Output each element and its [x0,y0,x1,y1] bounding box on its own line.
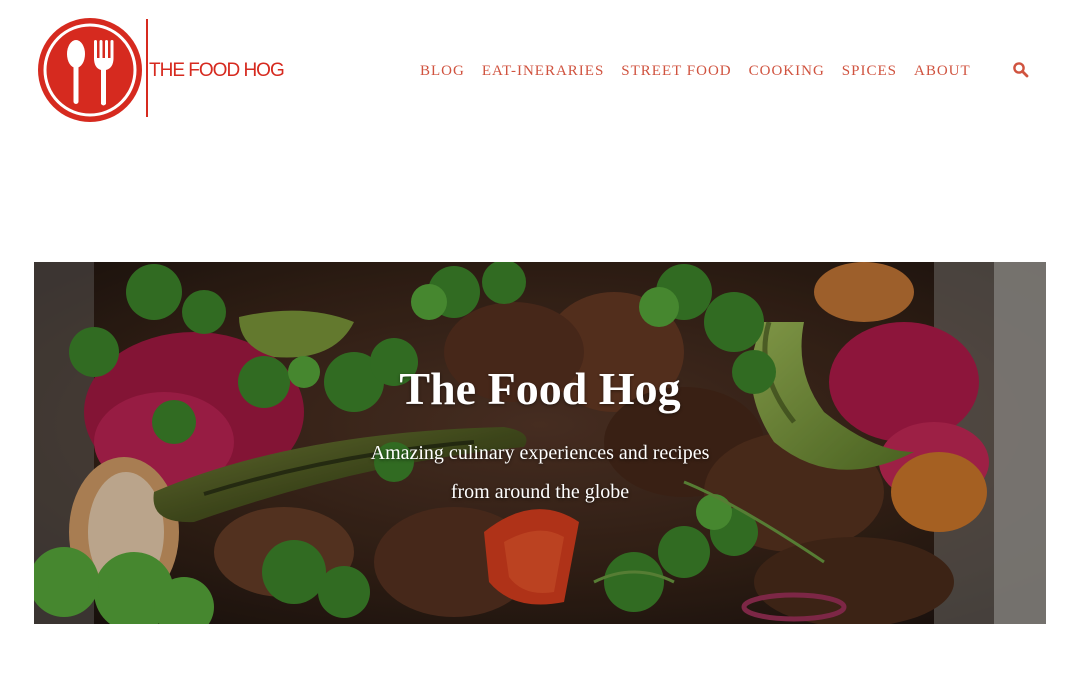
logo-text: THE FOOD HOG [149,60,285,81]
nav-item-cooking[interactable]: COOKING [749,63,825,80]
hero-subtitle-line1: Amazing culinary experiences and recipes [370,442,710,464]
nav-item-spices[interactable]: SPICES [842,63,897,80]
hero-banner: The Food Hog Amazing culinary experience… [34,262,1046,624]
nav-item-eat-ineraries[interactable]: EAT-INERARIES [482,63,604,80]
logo-divider [146,19,148,117]
nav-item-blog[interactable]: BLOG [420,63,465,80]
hero-subtitle-line2: from around the globe [450,481,630,503]
main-nav: BLOG EAT-INERARIES STREET FOOD COOKING S… [420,60,988,82]
nav-item-street-food[interactable]: STREET FOOD [621,63,731,80]
nav-item-about[interactable]: ABOUT [914,63,971,80]
search-icon[interactable] [1012,61,1030,79]
spoon-fork-icon [38,18,142,122]
hero-title: The Food Hog [399,363,681,414]
site-logo-link[interactable]: THE FOOD HOG [38,16,298,124]
